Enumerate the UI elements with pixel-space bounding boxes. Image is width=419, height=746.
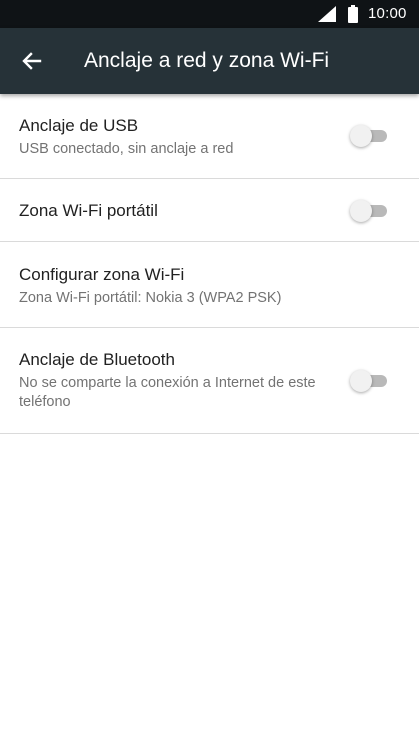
page-title: Anclaje a red y zona Wi-Fi	[84, 49, 330, 72]
settings-list: Anclaje de USB USB conectado, sin anclaj…	[0, 94, 419, 434]
setting-summary: USB conectado, sin anclaje a red	[19, 141, 234, 157]
setting-title: Zona Wi-Fi portátil	[19, 201, 158, 220]
bluetooth-tethering-switch[interactable]	[350, 370, 388, 392]
setting-bluetooth-tethering[interactable]: Anclaje de Bluetooth No se comparte la c…	[0, 328, 419, 434]
arrow-left-icon[interactable]	[18, 47, 46, 75]
portable-hotspot-switch[interactable]	[350, 200, 388, 222]
setting-configure-hotspot[interactable]: Configurar zona Wi-Fi Zona Wi-Fi portáti…	[0, 242, 419, 328]
status-clock: 10:00	[368, 5, 407, 22]
setting-title: Anclaje de Bluetooth	[19, 350, 175, 369]
switch-thumb	[350, 370, 372, 392]
setting-title: Anclaje de USB	[19, 116, 139, 135]
setting-summary: Zona Wi-Fi portátil: Nokia 3 (WPA2 PSK)	[19, 290, 282, 306]
status-bar: 10:00	[0, 0, 419, 28]
setting-portable-hotspot[interactable]: Zona Wi-Fi portátil	[0, 179, 419, 242]
usb-tethering-switch[interactable]	[350, 125, 388, 147]
signal-icon	[318, 6, 336, 22]
setting-summary: No se comparte la conexión a Internet de…	[19, 375, 316, 410]
app-bar: Anclaje a red y zona Wi-Fi	[0, 28, 419, 94]
battery-icon	[348, 5, 358, 23]
switch-thumb	[350, 125, 372, 147]
switch-thumb	[350, 200, 372, 222]
setting-title: Configurar zona Wi-Fi	[19, 265, 185, 284]
setting-usb-tethering[interactable]: Anclaje de USB USB conectado, sin anclaj…	[0, 94, 419, 179]
